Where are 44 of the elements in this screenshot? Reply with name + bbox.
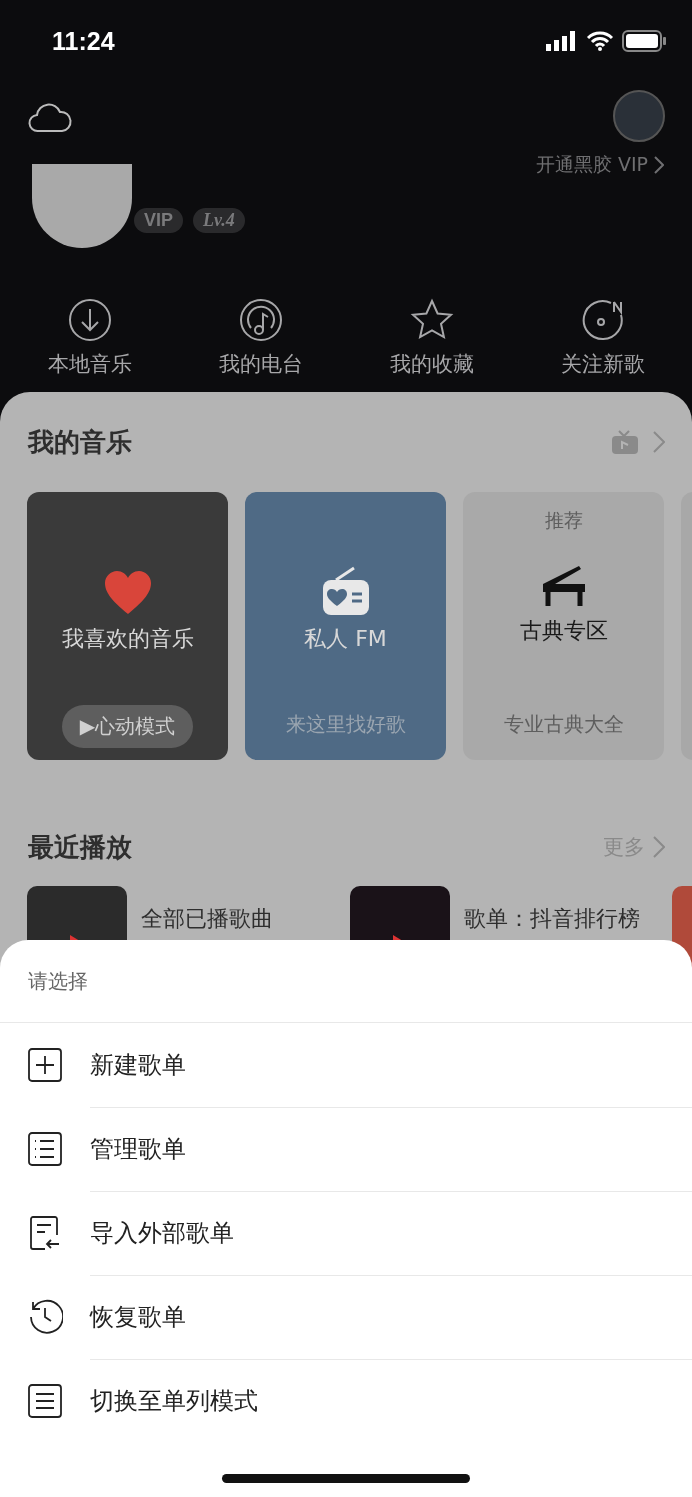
- card-tag: 推荐: [544, 508, 583, 534]
- playing-disc-button[interactable]: [613, 90, 665, 142]
- playlist-card[interactable]: 我喜欢的音乐 ▶心动模式: [27, 492, 228, 760]
- single-column-icon: [27, 1383, 63, 1419]
- card-subtitle: 专业古典大全: [503, 711, 624, 738]
- sheet-title: 请选择: [0, 940, 692, 1023]
- history-icon: [27, 1299, 63, 1335]
- add-icon: [27, 1047, 63, 1083]
- radio-icon: [321, 566, 370, 616]
- play-mode-button[interactable]: ▶心动模式: [61, 705, 194, 748]
- recent-title: 全部已播歌曲: [141, 905, 273, 933]
- level-badge: Lv.4: [193, 208, 245, 233]
- avatar[interactable]: [32, 164, 132, 248]
- sheet-option[interactable]: 切换至单列模式: [90, 1359, 692, 1443]
- vip-link[interactable]: 开通黑胶 VIP: [535, 152, 664, 178]
- card-title: 私人 FM: [304, 625, 387, 653]
- chevron-icon: [654, 156, 664, 174]
- shortcut-button[interactable]: 我的电台: [175, 298, 346, 378]
- download-icon: [67, 298, 112, 342]
- section-title: 最近播放: [28, 830, 132, 864]
- card-subtitle: 来这里找好歌: [285, 711, 406, 738]
- sheet-option[interactable]: 新建歌单: [90, 1022, 692, 1108]
- sheet-option[interactable]: 导入外部歌单: [90, 1190, 692, 1276]
- playlist-card[interactable]: 私人 FM 来这里找好歌: [245, 492, 446, 760]
- sheet-option[interactable]: 管理歌单: [90, 1106, 692, 1192]
- battery-icon: [622, 30, 666, 52]
- disc-icon: [580, 298, 625, 342]
- card-title: 我喜欢的音乐: [61, 625, 194, 653]
- wifi-icon: [586, 31, 614, 51]
- heart-icon: [102, 570, 153, 616]
- list-icon: [27, 1131, 63, 1167]
- playlist-card[interactable]: 推荐 古典专区 专业古典大全: [463, 492, 664, 760]
- signal-icon: [546, 31, 578, 51]
- shortcut-button[interactable]: 关注新歌: [517, 298, 688, 378]
- shortcut-button[interactable]: 我的收藏: [346, 298, 517, 378]
- section-title: 我的音乐: [28, 425, 132, 459]
- sheet-option[interactable]: 恢复歌单: [90, 1274, 692, 1360]
- radio-icon: [238, 298, 283, 342]
- status-time: 11:24: [52, 26, 115, 56]
- shortcut-button[interactable]: 本地音乐: [4, 298, 175, 378]
- card-title: 古典专区: [519, 617, 608, 645]
- recent-title: 歌单：抖音排行榜: [463, 905, 640, 933]
- chevron-icon: [653, 836, 665, 858]
- vip-badge: VIP: [134, 208, 183, 233]
